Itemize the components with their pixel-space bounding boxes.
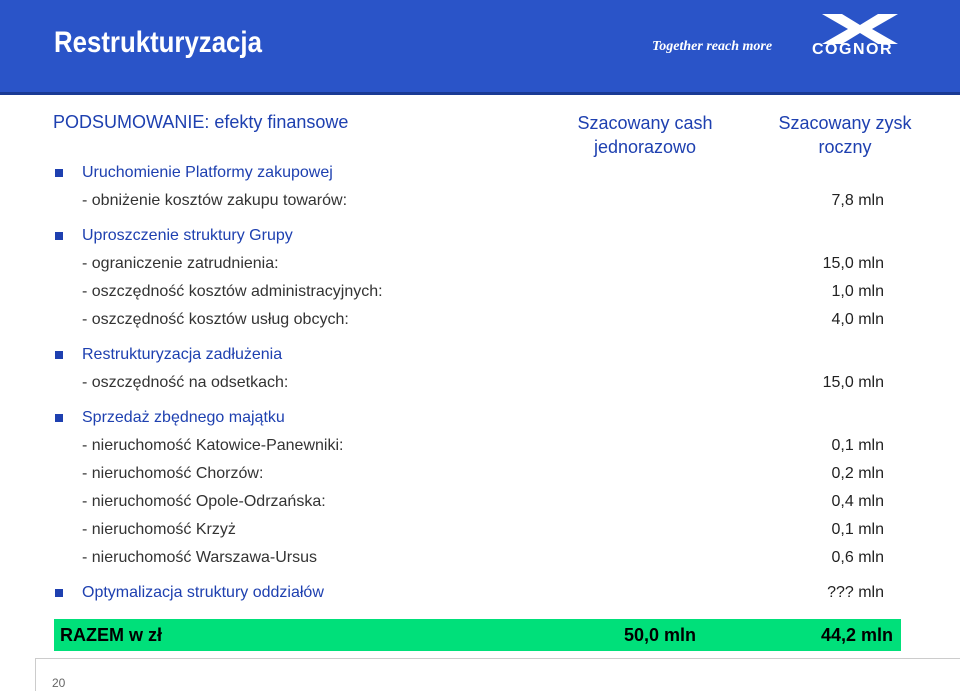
item-value: 0,2 mln	[831, 465, 884, 482]
cognor-x-logo-icon	[822, 14, 898, 44]
item-row: - nieruchomość Katowice-Panewniki: 0,1 m…	[0, 435, 960, 457]
item-row: - nieruchomość Opole-Odrzańska: 0,4 mln	[0, 491, 960, 513]
item-value: 0,1 mln	[831, 521, 884, 538]
total-label: RAZEM w zł	[60, 625, 162, 645]
column-header-cash-line2: jednorazowo	[593, 137, 697, 157]
item-row: - oszczędność kosztów administracyjnych:…	[0, 281, 960, 303]
square-bullet-icon	[55, 589, 63, 597]
item-value: 4,0 mln	[831, 311, 884, 328]
item-value: 0,1 mln	[831, 437, 884, 454]
item-value: ??? mln	[827, 584, 884, 601]
logo-text: COGNOR	[812, 41, 893, 58]
page-number: 20	[52, 676, 66, 690]
square-bullet-icon	[55, 232, 63, 240]
item-label: - oszczędność na odsetkach:	[82, 374, 289, 391]
column-header-zysk: Szacowany zysk roczny	[762, 111, 928, 159]
footer-divider	[35, 658, 960, 659]
item-value: 7,8 mln	[831, 192, 884, 209]
item-value: 0,6 mln	[831, 549, 884, 566]
item-value: 15,0 mln	[822, 255, 884, 272]
item-row: - ograniczenie zatrudnienia: 15,0 mln	[0, 253, 960, 275]
item-label: - oszczędność kosztów administracyjnych:	[82, 283, 383, 300]
footer-divider-vertical	[35, 658, 36, 691]
total-cash-value: 50,0 mln	[624, 625, 697, 645]
item-label: - nieruchomość Opole-Odrzańska:	[82, 493, 326, 510]
square-bullet-icon	[55, 351, 63, 359]
item-value: 15,0 mln	[822, 374, 884, 391]
section-row: Uproszczenie struktury Grupy	[0, 225, 960, 247]
item-value: 1,0 mln	[831, 283, 884, 300]
item-label: - obniżenie kosztów zakupu towarów:	[82, 192, 348, 209]
item-row: - obniżenie kosztów zakupu towarów: 7,8 …	[0, 190, 960, 212]
section-label: Optymalizacja struktury oddziałów	[82, 584, 324, 601]
summary-heading: PODSUMOWANIE: efekty finansowe	[53, 112, 349, 132]
item-value: 0,4 mln	[831, 493, 884, 510]
item-label: - nieruchomość Katowice-Panewniki:	[82, 437, 344, 454]
section-row: Uruchomienie Platformy zakupowej	[0, 162, 960, 184]
item-row: - oszczędność kosztów usług obcych: 4,0 …	[0, 309, 960, 331]
section-label: Sprzedaż zbędnego majątku	[82, 409, 285, 426]
slide-title: Restrukturyzacja	[54, 26, 262, 59]
total-zysk-value: 44,2 mln	[820, 625, 893, 645]
column-header-cash-line1: Szacowany cash	[577, 113, 713, 133]
total-row: RAZEM w zł 50,0 mln 44,2 mln	[54, 619, 901, 651]
item-label: - nieruchomość Chorzów:	[82, 465, 264, 482]
slide-header: Restrukturyzacja Together reach more COG…	[0, 0, 960, 95]
section-row: Restrukturyzacja zadłużenia	[0, 344, 960, 366]
square-bullet-icon	[55, 169, 63, 177]
item-label: - oszczędność kosztów usług obcych:	[82, 311, 349, 328]
item-row: - oszczędność na odsetkach: 15,0 mln	[0, 372, 960, 394]
slogan-text: Together reach more	[652, 39, 773, 54]
square-bullet-icon	[55, 414, 63, 422]
section-label: Uruchomienie Platformy zakupowej	[82, 164, 333, 181]
section-label: Restrukturyzacja zadłużenia	[82, 346, 283, 363]
section-row: Sprzedaż zbędnego majątku	[0, 407, 960, 429]
item-label: - ograniczenie zatrudnienia:	[82, 255, 279, 272]
item-label: - nieruchomość Krzyż	[82, 521, 236, 538]
column-header-cash: Szacowany cash jednorazowo	[560, 111, 730, 159]
item-row: - nieruchomość Warszawa-Ursus 0,6 mln	[0, 547, 960, 569]
item-label: - nieruchomość Warszawa-Ursus	[82, 549, 318, 566]
section-label: Uproszczenie struktury Grupy	[82, 227, 293, 244]
column-header-zysk-line2: roczny	[818, 137, 872, 157]
header-divider	[0, 92, 960, 95]
column-header-zysk-line1: Szacowany zysk	[778, 113, 912, 133]
item-row: - nieruchomość Krzyż 0,1 mln	[0, 519, 960, 541]
section-row: Optymalizacja struktury oddziałów ??? ml…	[0, 582, 960, 604]
item-row: - nieruchomość Chorzów: 0,2 mln	[0, 463, 960, 485]
